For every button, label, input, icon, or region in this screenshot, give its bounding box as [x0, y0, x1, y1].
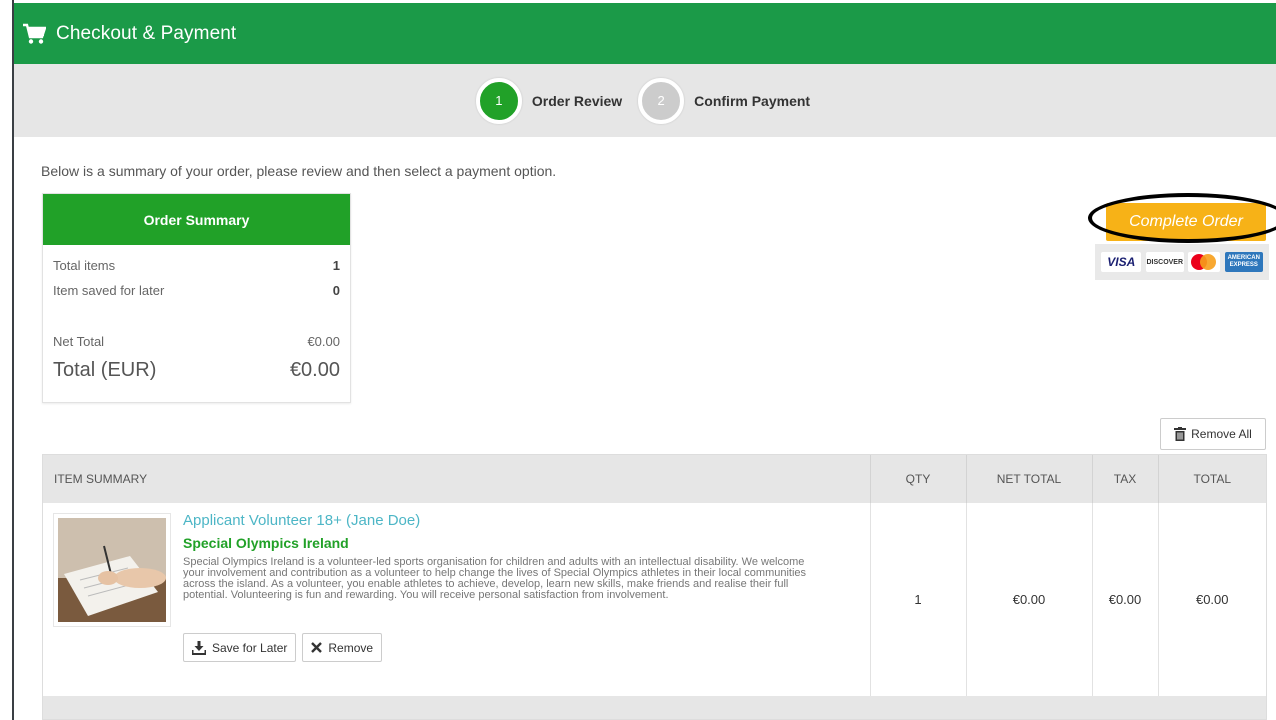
- step-confirm-payment[interactable]: 2 Confirm Payment: [638, 77, 814, 124]
- summary-value: €0.00: [307, 334, 340, 349]
- trash-icon: [1174, 427, 1187, 441]
- visa-card-icon: VISA: [1101, 252, 1142, 272]
- summary-row-net-total: Net Total €0.00: [43, 334, 350, 349]
- col-tax: TAX: [1091, 455, 1158, 503]
- download-icon: [192, 640, 206, 655]
- remove-all-button[interactable]: Remove All: [1160, 418, 1266, 450]
- col-qty: QTY: [869, 455, 966, 503]
- tax-cell: €0.00: [1091, 503, 1158, 696]
- step-label: Confirm Payment: [694, 92, 811, 109]
- order-summary-panel: Order Summary Total items 1 Item saved f…: [42, 193, 351, 403]
- summary-row-saved-for-later: Item saved for later 0: [43, 283, 350, 298]
- item-thumbnail: [53, 513, 171, 627]
- table-header-row: ITEM SUMMARY QTY NET TOTAL TAX TOTAL: [43, 455, 1266, 503]
- page-title: Checkout & Payment: [56, 22, 237, 44]
- summary-value: €0.00: [289, 359, 340, 381]
- qty-cell: 1: [869, 503, 966, 696]
- table-footer-strip: [43, 696, 1266, 719]
- checkout-steps: 1 Order Review 2 Confirm Payment: [14, 64, 1276, 137]
- cart-icon: [23, 23, 46, 44]
- step-number: 2: [638, 77, 685, 124]
- summary-value: 0: [332, 283, 340, 298]
- summary-label: Net Total: [53, 334, 105, 349]
- summary-label: Total items: [53, 258, 116, 273]
- amex-card-icon: AMERICAN EXPRESS: [1224, 252, 1263, 272]
- summary-label: Total (EUR): [53, 359, 157, 381]
- col-net-total: NET TOTAL: [965, 455, 1092, 503]
- save-for-later-button[interactable]: Save for Later: [183, 633, 297, 662]
- col-total: TOTAL: [1157, 455, 1266, 503]
- save-for-later-label: Save for Later: [212, 640, 288, 655]
- mastercard-icon: [1188, 252, 1221, 272]
- step-order-review[interactable]: 1 Order Review: [475, 77, 626, 124]
- order-summary-heading: Order Summary: [43, 194, 350, 245]
- summary-value: 1: [332, 258, 340, 273]
- discover-card-icon: DISCOVER: [1145, 252, 1184, 272]
- item-title-link[interactable]: Applicant Volunteer 18+ (Jane Doe): [183, 512, 823, 529]
- item-cell: Applicant Volunteer 18+ (Jane Doe) Speci…: [43, 503, 870, 696]
- item-organisation: Special Olympics Ireland: [183, 535, 349, 551]
- payment-cards: VISA DISCOVER AMERICAN EXPRESS: [1095, 244, 1269, 280]
- summary-label: Item saved for later: [53, 283, 165, 298]
- summary-row-total: Total (EUR) €0.00: [43, 359, 350, 382]
- checkout-header: Checkout & Payment: [14, 3, 1276, 64]
- col-item-summary: ITEM SUMMARY: [43, 455, 870, 503]
- total-cell: €0.00: [1157, 503, 1266, 696]
- remove-button[interactable]: Remove: [302, 633, 383, 662]
- summary-row-total-items: Total items 1: [43, 258, 350, 273]
- remove-label: Remove: [328, 640, 374, 655]
- close-icon: [311, 642, 323, 653]
- net-total-cell: €0.00: [965, 503, 1092, 696]
- step-number: 1: [475, 77, 522, 124]
- item-description: Special Olympics Ireland is a volunteer-…: [183, 556, 807, 601]
- table-row: Applicant Volunteer 18+ (Jane Doe) Speci…: [43, 503, 1266, 696]
- complete-order-button[interactable]: Complete Order: [1106, 203, 1266, 241]
- checkout-frame: Checkout & Payment 1 Order Review 2 Conf…: [12, 0, 1276, 720]
- step-label: Order Review: [531, 92, 623, 109]
- intro-text: Below is a summary of your order, please…: [41, 163, 557, 179]
- remove-all-label: Remove All: [1191, 427, 1252, 441]
- item-summary-table: ITEM SUMMARY QTY NET TOTAL TAX TOTAL App…: [42, 454, 1267, 720]
